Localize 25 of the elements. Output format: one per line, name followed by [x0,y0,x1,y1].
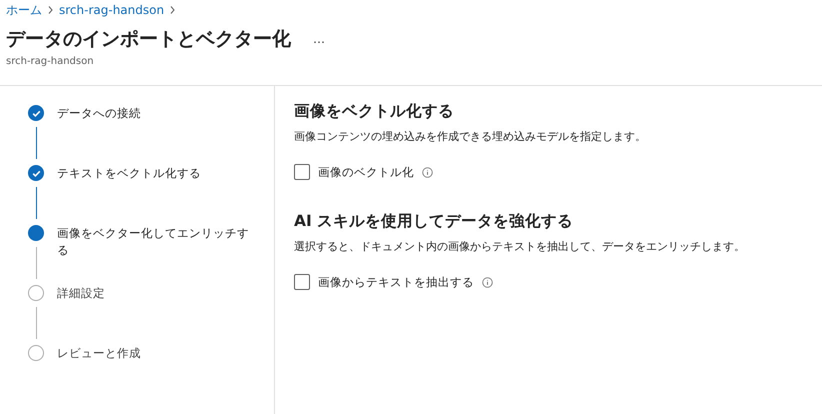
pending-step-icon [28,345,44,361]
more-button[interactable]: … [313,32,325,46]
breadcrumb-link[interactable]: ホーム [6,2,42,18]
page-subtitle: srch-rag-handson [6,56,95,67]
checkbox[interactable] [294,164,310,180]
step-label[interactable]: 画像をベクター化してエンリッチする [57,225,257,285]
chevron-icon [48,6,53,14]
breadcrumb-link[interactable]: srch-rag-handson [59,3,164,17]
step-label[interactable]: 詳細設定 [57,285,257,345]
section-heading: AI スキルを使用してデータを強化する [294,211,574,232]
section-heading: 画像をベクトル化する [294,101,455,122]
current-step-icon [28,225,44,241]
step-label[interactable]: レビューと作成 [57,345,257,362]
step-label[interactable]: データへの接続 [57,105,257,165]
checkbox-label[interactable]: 画像のベクトル化 [318,164,414,180]
checkbox[interactable] [294,274,310,290]
page-title: データのインポートとベクター化 [6,27,291,52]
step-label[interactable]: テキストをベクトル化する [57,165,257,225]
section-description: 選択すると、ドキュメント内の画像からテキストを抽出して、データをエンリッチします。 [294,239,746,254]
pending-step-icon [28,285,44,301]
section-description: 画像コンテンツの埋め込みを作成できる埋め込みモデルを指定します。 [294,129,647,144]
checkbox-label[interactable]: 画像からテキストを抽出する [318,274,474,290]
chevron-icon [170,6,176,14]
info-icon[interactable] [482,276,493,288]
info-icon[interactable] [422,166,433,178]
